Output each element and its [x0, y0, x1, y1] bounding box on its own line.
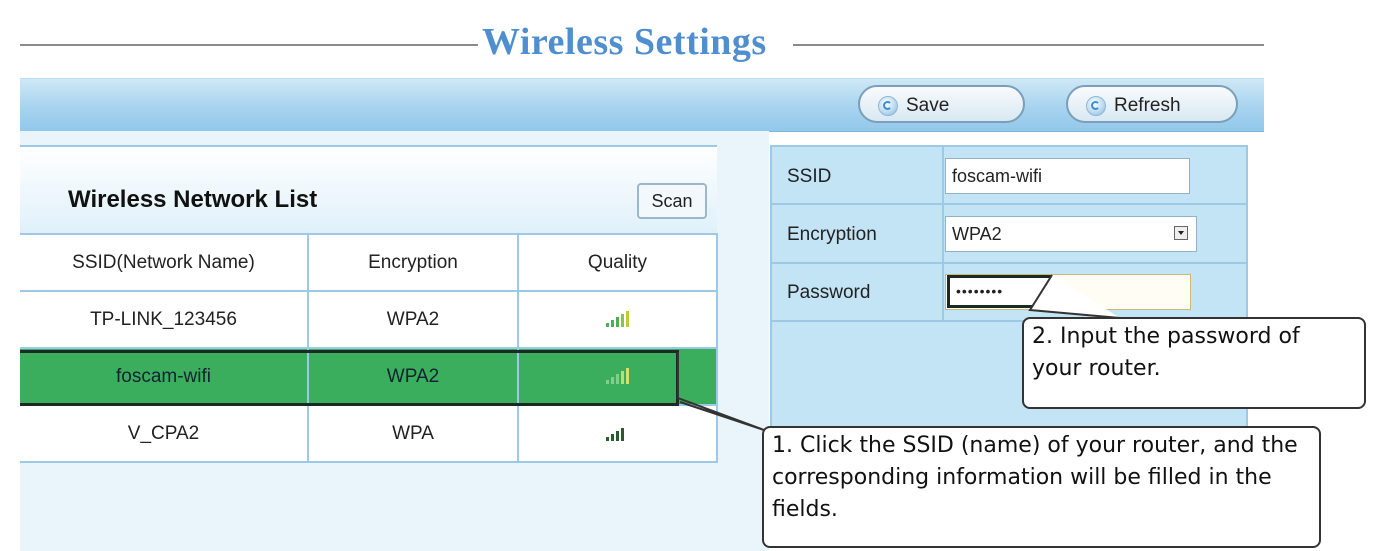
save-button-label: Save — [906, 95, 950, 116]
column-header-encryption: Encryption — [308, 233, 519, 292]
column-header-ssid: SSID(Network Name) — [20, 233, 309, 292]
table-row[interactable]: V_CPA2 WPA — [20, 405, 718, 463]
ssid-callout-text: 1. Click the SSID (name) of your router,… — [772, 433, 1298, 522]
ssid-callout: 1. Click the SSID (name) of your router,… — [762, 426, 1321, 548]
signal-strength-icon — [605, 368, 630, 385]
page-title: Wireless Settings — [482, 21, 767, 63]
encryption-select[interactable]: WPA2 — [945, 216, 1197, 252]
row-encryption: WPA2 — [308, 348, 519, 406]
network-list-title: Wireless Network List — [68, 186, 318, 213]
row-quality — [518, 348, 718, 406]
row-ssid[interactable]: V_CPA2 — [20, 405, 309, 463]
encryption-label: Encryption — [787, 224, 877, 245]
refresh-button-label: Refresh — [1114, 95, 1181, 116]
save-button[interactable]: Save — [858, 85, 1025, 123]
form-divider — [770, 203, 1248, 205]
ssid-field[interactable]: foscam-wifi — [945, 158, 1190, 194]
signal-strength-icon — [605, 311, 630, 328]
table-row[interactable]: TP-LINK_123456 WPA2 — [20, 291, 718, 349]
column-header-quality: Quality — [518, 233, 718, 292]
password-label: Password — [787, 282, 871, 303]
chevron-down-icon[interactable] — [1174, 226, 1188, 240]
table-row-selected[interactable]: foscam-wifi WPA2 — [20, 348, 718, 406]
row-ssid[interactable]: foscam-wifi — [20, 348, 309, 406]
form-column-divider — [942, 145, 944, 320]
password-callout-text: 2. Input the password of your router. — [1032, 324, 1300, 381]
row-encryption: WPA — [308, 405, 519, 463]
ssid-label: SSID — [787, 166, 832, 187]
signal-strength-icon — [605, 425, 630, 442]
refresh-icon — [878, 96, 898, 116]
network-table: SSID(Network Name) Encryption Quality TP… — [20, 233, 718, 463]
title-rule-right — [793, 44, 1264, 46]
table-header-row: SSID(Network Name) Encryption Quality — [20, 233, 718, 292]
password-callout: 2. Input the password of your router. — [1022, 317, 1366, 409]
refresh-button[interactable]: Refresh — [1066, 85, 1238, 123]
encryption-select-value: WPA2 — [952, 224, 1002, 244]
password-input-highlight[interactable]: •••••••• — [947, 275, 1052, 308]
title-rule-left — [20, 44, 478, 46]
refresh-icon — [1086, 96, 1106, 116]
scan-button[interactable]: Scan — [637, 183, 707, 219]
row-quality — [518, 291, 718, 349]
row-quality — [518, 405, 718, 463]
row-encryption: WPA2 — [308, 291, 519, 349]
row-ssid[interactable]: TP-LINK_123456 — [20, 291, 309, 349]
form-divider — [770, 262, 1248, 264]
